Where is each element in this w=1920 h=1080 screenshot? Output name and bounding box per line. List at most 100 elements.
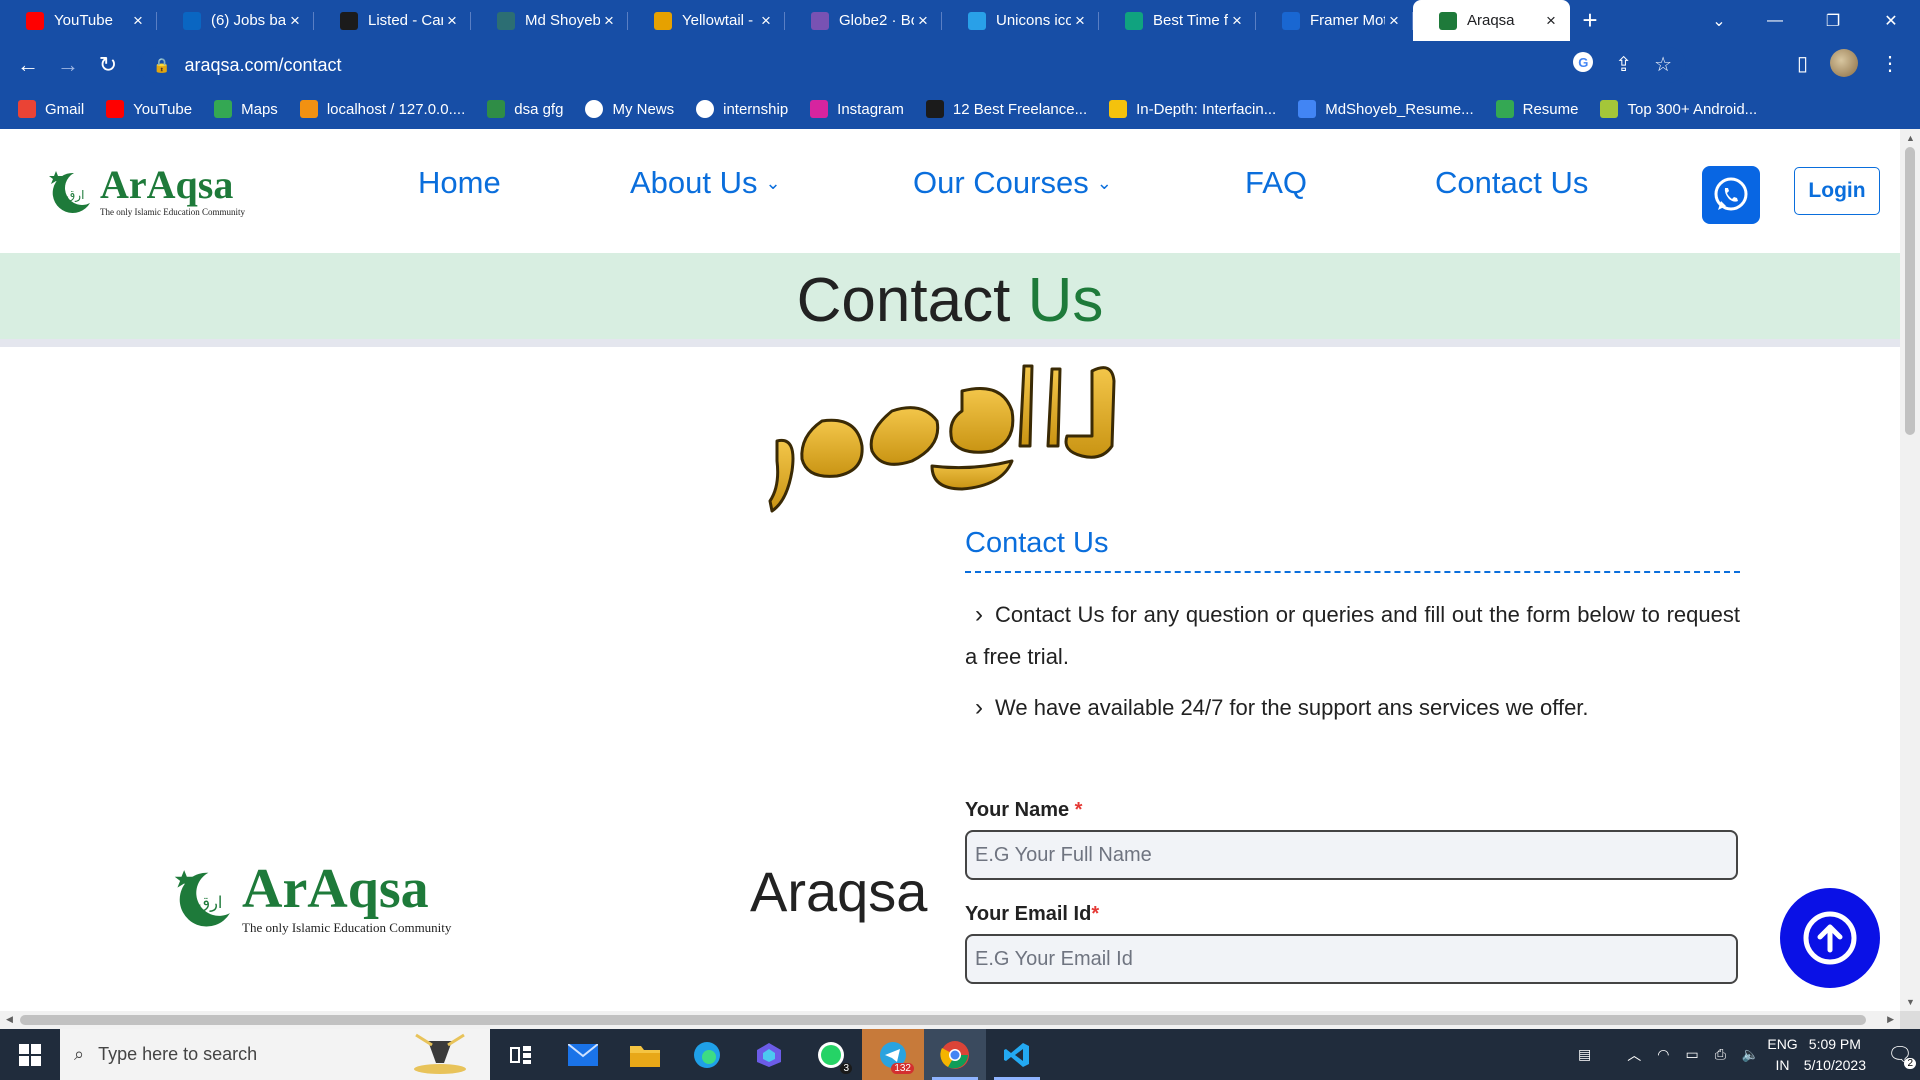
scroll-to-top-button[interactable] xyxy=(1780,888,1880,988)
scrollbar-thumb[interactable] xyxy=(1905,147,1915,435)
scroll-down-arrow-icon[interactable]: ▼ xyxy=(1906,997,1915,1007)
bookmark-item[interactable]: 12 Best Freelance... xyxy=(925,100,1087,118)
email-field[interactable] xyxy=(965,934,1738,984)
nav-about-us[interactable]: About Us ⌄ xyxy=(630,165,781,201)
tab-search-chevron-icon[interactable]: ⌄ xyxy=(1692,0,1746,41)
clock-date: 5/10/2023 xyxy=(1803,1056,1866,1073)
taskbar-telegram[interactable]: 132 xyxy=(862,1029,924,1080)
meet-now-icon[interactable]: ⎙ xyxy=(1715,1046,1726,1063)
taskbar-whatsapp[interactable]: 3 xyxy=(800,1029,862,1080)
browser-tab[interactable]: Globe2 · Bo × xyxy=(785,0,942,41)
close-tab-icon[interactable]: × xyxy=(1542,11,1560,31)
login-button[interactable]: Login xyxy=(1794,167,1880,215)
site-logo[interactable]: ارق ArAqsa The only Islamic Education Co… xyxy=(44,165,245,217)
name-field[interactable] xyxy=(965,830,1738,880)
new-tab-button[interactable]: + xyxy=(1570,0,1610,41)
browser-tab[interactable]: Listed - Car × xyxy=(314,0,471,41)
bookmark-item[interactable]: internship xyxy=(696,100,788,118)
scroll-left-arrow-icon[interactable]: ◀ xyxy=(6,1014,13,1025)
close-tab-icon[interactable]: × xyxy=(1385,11,1403,31)
yellowtail-icon xyxy=(654,11,672,30)
scrollbar-thumb[interactable] xyxy=(20,1015,1866,1025)
taskbar-copilot[interactable] xyxy=(738,1029,800,1080)
footer-logo[interactable]: ارق ArAqsa The only Islamic Education Co… xyxy=(168,861,452,936)
taskbar-vscode[interactable] xyxy=(986,1029,1048,1080)
browser-tab[interactable]: Yellowtail - × xyxy=(628,0,785,41)
wifi-icon[interactable]: ◠ xyxy=(1657,1046,1669,1063)
taskbar-file-explorer[interactable] xyxy=(614,1029,676,1080)
browser-tab[interactable]: Unicons ico × xyxy=(942,0,1099,41)
bookmark-item[interactable]: Gmail xyxy=(18,100,84,118)
forward-icon[interactable]: → xyxy=(48,52,88,78)
bookmark-label: YouTube xyxy=(133,100,193,118)
volume-icon[interactable]: 🔈 xyxy=(1742,1046,1759,1063)
address-bar[interactable]: 🔒 araqsa.com/contact G ⇪ ☆ xyxy=(139,47,1686,83)
restore-button[interactable]: ❐ xyxy=(1806,0,1860,41)
bookmark-item[interactable]: YouTube xyxy=(106,100,192,118)
bookmark-item[interactable]: MdShoyeb_Resume... xyxy=(1298,100,1474,118)
close-tab-icon[interactable]: × xyxy=(286,11,304,31)
close-tab-icon[interactable]: × xyxy=(757,11,775,31)
taskbar-chrome[interactable] xyxy=(924,1029,986,1080)
taskbar-edge[interactable] xyxy=(676,1029,738,1080)
bookmark-item[interactable]: My News xyxy=(585,100,674,118)
windows-logo-icon xyxy=(19,1043,41,1066)
bookmark-item[interactable]: dsa gfg xyxy=(487,100,563,118)
browser-tab[interactable]: Araqsa × xyxy=(1413,0,1570,41)
show-hidden-icons-chevron-icon[interactable]: ︿ xyxy=(1627,1045,1641,1065)
whatsapp-button[interactable] xyxy=(1702,166,1760,224)
reload-icon[interactable]: ↻ xyxy=(88,52,128,78)
close-tab-icon[interactable]: × xyxy=(443,11,461,31)
bookmark-item[interactable]: Resume xyxy=(1495,100,1578,118)
profile-avatar[interactable] xyxy=(1830,49,1858,77)
task-view-button[interactable] xyxy=(490,1029,552,1080)
maps-icon xyxy=(214,100,233,118)
windows-start-button[interactable] xyxy=(0,1029,60,1080)
vertical-scrollbar[interactable]: ▲ ▼ xyxy=(1900,129,1920,1011)
youtube-icon xyxy=(106,100,125,118)
scroll-right-arrow-icon[interactable]: ▶ xyxy=(1887,1014,1894,1025)
taskbar-mail-app[interactable] xyxy=(552,1029,614,1080)
scrollbar-corner xyxy=(1900,1011,1920,1029)
logo-tagline: The only Islamic Education Community xyxy=(242,920,452,935)
lock-icon[interactable]: 🔒 xyxy=(153,57,170,74)
news-widget-icon[interactable]: ▤ xyxy=(1578,1046,1591,1063)
nav-home[interactable]: Home xyxy=(418,165,501,201)
close-tab-icon[interactable]: × xyxy=(1228,11,1246,31)
clock-time: 5:09 PM xyxy=(1808,1035,1861,1052)
input-language-indicator[interactable]: ENG IN xyxy=(1767,1034,1797,1076)
page-viewport: ارق ArAqsa The only Islamic Education Co… xyxy=(0,129,1900,1011)
bookmark-item[interactable]: Instagram xyxy=(810,100,904,118)
browser-tab[interactable]: YouTube × xyxy=(0,0,157,41)
nav-faq[interactable]: FAQ xyxy=(1245,165,1307,201)
horizontal-scrollbar[interactable]: ◀ ▶ xyxy=(0,1011,1900,1029)
close-window-button[interactable]: ✕ xyxy=(1864,0,1918,41)
close-tab-icon[interactable]: × xyxy=(600,11,618,31)
scroll-up-arrow-icon[interactable]: ▲ xyxy=(1906,133,1915,143)
share-icon[interactable]: ⇪ xyxy=(1615,52,1632,77)
browser-tab[interactable]: Best Time fo× xyxy=(1099,0,1256,41)
browser-tab[interactable]: Framer Mot × xyxy=(1256,0,1413,41)
bookmark-item[interactable]: localhost / 127.0.0.... xyxy=(299,100,465,118)
taskbar-search-box[interactable]: ⌕ Type here to search xyxy=(60,1029,490,1080)
browser-tab[interactable]: (6) Jobs bas × xyxy=(157,0,314,41)
close-tab-icon[interactable]: × xyxy=(129,11,147,31)
back-icon[interactable]: ← xyxy=(8,52,48,78)
notification-center-icon[interactable]: 🗨 2 xyxy=(1880,1042,1920,1069)
close-tab-icon[interactable]: × xyxy=(1071,11,1089,31)
nav-contact-us[interactable]: Contact Us xyxy=(1435,165,1588,201)
bookmark-item[interactable]: In-Depth: Interfacin... xyxy=(1109,100,1276,118)
browser-tab[interactable]: Md Shoyeb × xyxy=(471,0,628,41)
chrome-menu-icon[interactable]: ⋮ xyxy=(1880,51,1900,76)
google-lens-icon[interactable]: G xyxy=(1573,52,1594,72)
url-text[interactable]: araqsa.com/contact xyxy=(184,55,341,76)
side-panel-icon[interactable]: ▯ xyxy=(1797,51,1808,76)
bookmark-item[interactable]: Maps xyxy=(214,100,278,118)
bookmark-item[interactable]: Top 300+ Android... xyxy=(1600,100,1757,118)
taskbar-clock[interactable]: 5:09 PM 5/10/2023 xyxy=(1804,1034,1866,1076)
nav-our-courses[interactable]: Our Courses ⌄ xyxy=(913,165,1112,201)
close-tab-icon[interactable]: × xyxy=(914,11,932,31)
minimize-button[interactable]: — xyxy=(1748,0,1802,41)
bookmark-star-icon[interactable]: ☆ xyxy=(1654,52,1672,77)
battery-icon[interactable]: ▭ xyxy=(1685,1046,1698,1063)
